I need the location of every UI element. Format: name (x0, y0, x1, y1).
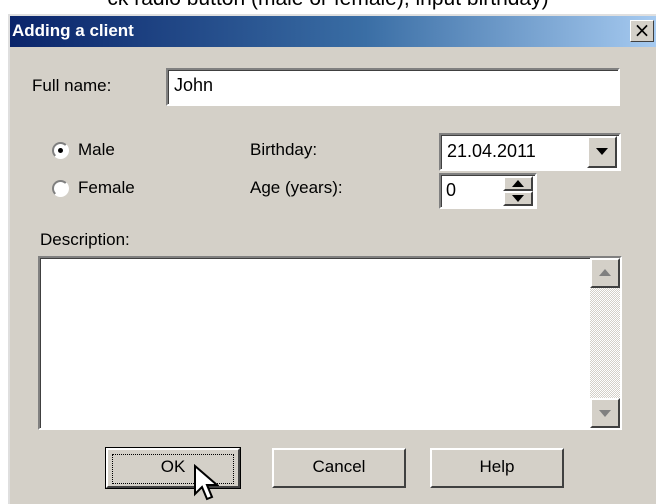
chevron-down-icon (596, 148, 608, 155)
description-label: Description: (40, 230, 130, 249)
birthday-dropdown-button[interactable] (587, 136, 617, 168)
cancel-button-label: Cancel (312, 457, 366, 476)
birthday-label: Birthday: (250, 140, 318, 159)
scroll-down-button[interactable] (590, 398, 620, 428)
birthday-value: 21.04.2011 (447, 141, 536, 161)
full-name-label: Full name: (32, 76, 112, 95)
full-name-input[interactable]: John (166, 68, 620, 106)
radio-female[interactable] (52, 180, 69, 197)
description-textarea[interactable] (38, 256, 622, 430)
instruction-text: ck radio button (male or female), input … (0, 0, 656, 12)
age-value: 0 (446, 180, 457, 200)
help-button-label: Help (479, 457, 515, 476)
dialog-titlebar[interactable]: Adding a client × (10, 16, 656, 47)
age-spin-up-button[interactable] (503, 176, 533, 191)
chevron-down-icon (512, 195, 524, 202)
age-spin-down-button[interactable] (503, 191, 533, 206)
ok-button[interactable]: OK (105, 447, 241, 489)
full-name-value: John (174, 75, 214, 95)
age-spinbox[interactable]: 0 (439, 173, 537, 209)
mouse-pointer-icon (194, 464, 219, 501)
scroll-up-button[interactable] (590, 258, 620, 288)
radio-selected-dot (58, 148, 63, 153)
close-icon: × (633, 18, 651, 42)
birthday-combobox[interactable]: 21.04.2011 (439, 133, 621, 171)
radio-male-label[interactable]: Male (78, 139, 115, 161)
radio-male[interactable] (52, 142, 69, 159)
radio-female-label[interactable]: Female (78, 177, 135, 199)
cancel-button[interactable]: Cancel (272, 448, 406, 488)
arrow-up-icon (599, 269, 611, 276)
arrow-down-icon (599, 410, 611, 417)
dialog-title: Adding a client (12, 21, 134, 40)
close-button[interactable]: × (630, 20, 654, 42)
help-button[interactable]: Help (430, 448, 564, 488)
adding-client-dialog: Adding a client × Full name: John Male F… (8, 14, 656, 504)
chevron-up-icon (512, 180, 524, 187)
age-label: Age (years): (250, 178, 343, 197)
